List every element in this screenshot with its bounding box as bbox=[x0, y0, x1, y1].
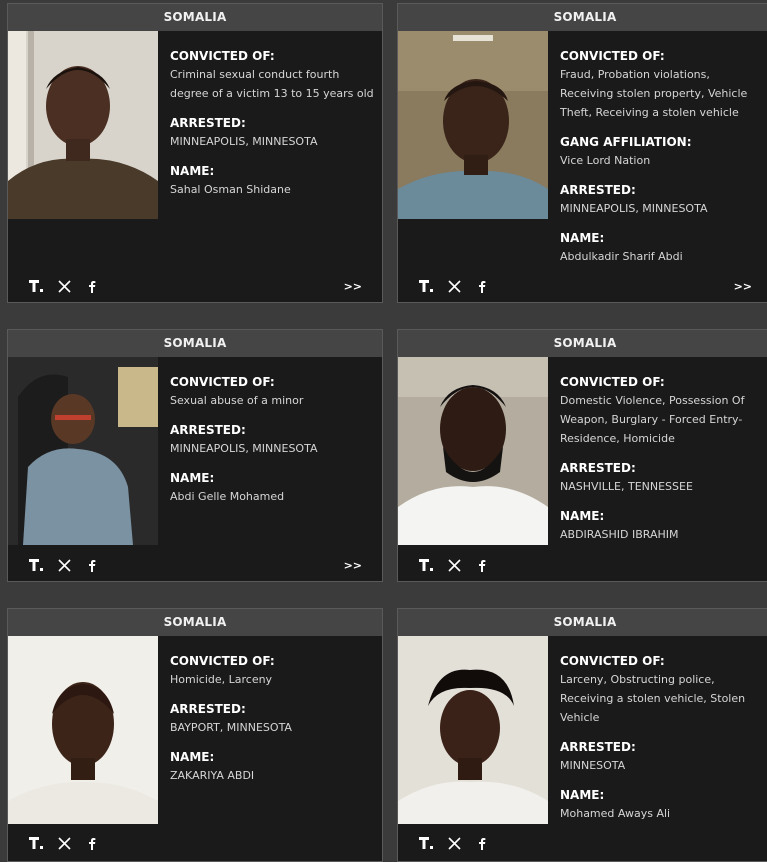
field-label: CONVICTED OF: bbox=[560, 49, 665, 63]
card-country: SOMALIA bbox=[8, 330, 382, 357]
profile-card: SOMALIA CONVICTED OF: Fraud, Probation v… bbox=[397, 3, 767, 303]
truth-social-icon[interactable] bbox=[28, 278, 44, 294]
x-icon[interactable] bbox=[446, 278, 462, 294]
field-label: CONVICTED OF: bbox=[170, 654, 275, 668]
field-label: NAME: bbox=[560, 509, 605, 523]
more-link[interactable]: >> bbox=[734, 280, 752, 293]
mugshot-photo bbox=[398, 636, 548, 824]
field-value: Abdi Gelle Mohamed bbox=[170, 490, 285, 503]
truth-social-icon[interactable] bbox=[418, 278, 434, 294]
profile-card: SOMALIA CONVICTED OF: Domestic Violence,… bbox=[397, 329, 767, 582]
x-icon[interactable] bbox=[446, 835, 462, 851]
field-label: CONVICTED OF: bbox=[560, 375, 665, 389]
field-label: ARRESTED: bbox=[560, 461, 636, 475]
field-value: ZAKARIYA ABDI bbox=[170, 769, 255, 782]
field-value: BAYPORT, MINNESOTA bbox=[170, 721, 292, 734]
mugshot-photo bbox=[8, 357, 158, 545]
truth-social-icon[interactable] bbox=[418, 835, 434, 851]
field-label: ARRESTED: bbox=[560, 740, 636, 754]
field-label: NAME: bbox=[170, 750, 215, 764]
facebook-icon[interactable] bbox=[84, 557, 100, 573]
field-label: ARRESTED: bbox=[170, 702, 246, 716]
field-value: Sexual abuse of a minor bbox=[170, 394, 304, 407]
field-label: NAME: bbox=[560, 788, 605, 802]
field-value: NASHVILLE, TENNESSEE bbox=[560, 480, 693, 493]
field-value: MINNESOTA bbox=[560, 759, 626, 772]
share-bar bbox=[418, 555, 752, 575]
truth-social-icon[interactable] bbox=[418, 557, 434, 573]
field-label: ARRESTED: bbox=[560, 183, 636, 197]
facebook-icon[interactable] bbox=[84, 278, 100, 294]
field-value: Fraud, Probation violations, Receiving s… bbox=[560, 68, 748, 119]
mugshot-photo bbox=[8, 636, 158, 824]
profile-card: SOMALIA CONVICTED OF: Criminal sexual co… bbox=[7, 3, 383, 303]
card-details: CONVICTED OF: Domestic Violence, Possess… bbox=[560, 357, 764, 544]
share-bar bbox=[28, 833, 362, 853]
facebook-icon[interactable] bbox=[474, 278, 490, 294]
field-label: GANG AFFILIATION: bbox=[560, 135, 692, 149]
field-label: ARRESTED: bbox=[170, 423, 246, 437]
field-value: MINNEAPOLIS, MINNESOTA bbox=[560, 202, 708, 215]
field-label: NAME: bbox=[560, 231, 605, 245]
share-bar bbox=[418, 833, 752, 853]
field-value: Vice Lord Nation bbox=[560, 154, 651, 167]
mugshot-photo bbox=[398, 357, 548, 545]
x-icon[interactable] bbox=[56, 835, 72, 851]
field-label: CONVICTED OF: bbox=[560, 654, 665, 668]
mugshot-photo bbox=[8, 31, 158, 219]
card-country: SOMALIA bbox=[398, 4, 767, 31]
facebook-icon[interactable] bbox=[474, 557, 490, 573]
field-value: MINNEAPOLIS, MINNESOTA bbox=[170, 442, 318, 455]
profile-card: SOMALIA CONVICTED OF: Homicide, Larceny … bbox=[7, 608, 383, 862]
field-label: NAME: bbox=[170, 471, 215, 485]
share-bar: >> bbox=[28, 555, 362, 575]
more-link[interactable]: >> bbox=[344, 559, 362, 572]
truth-social-icon[interactable] bbox=[28, 835, 44, 851]
field-value: ABDIRASHID IBRAHIM bbox=[560, 528, 679, 541]
mugshot-photo bbox=[398, 31, 548, 219]
profile-card: SOMALIA CONVICTED OF: Sexual abuse of a … bbox=[7, 329, 383, 582]
card-details: CONVICTED OF: Homicide, Larceny ARRESTED… bbox=[170, 636, 374, 785]
share-bar: >> bbox=[418, 276, 752, 296]
more-link[interactable]: >> bbox=[344, 280, 362, 293]
profile-card: SOMALIA CONVICTED OF: Larceny, Obstructi… bbox=[397, 608, 767, 862]
card-country: SOMALIA bbox=[398, 330, 767, 357]
card-details: CONVICTED OF: Fraud, Probation violation… bbox=[560, 31, 764, 266]
card-country: SOMALIA bbox=[8, 4, 382, 31]
facebook-icon[interactable] bbox=[84, 835, 100, 851]
truth-social-icon[interactable] bbox=[28, 557, 44, 573]
share-bar: >> bbox=[28, 276, 362, 296]
card-details: CONVICTED OF: Sexual abuse of a minor AR… bbox=[170, 357, 374, 506]
x-icon[interactable] bbox=[446, 557, 462, 573]
field-value: Domestic Violence, Possession Of Weapon,… bbox=[560, 394, 745, 445]
field-value: Mohamed Aways Ali bbox=[560, 807, 671, 820]
x-icon[interactable] bbox=[56, 557, 72, 573]
x-icon[interactable] bbox=[56, 278, 72, 294]
field-label: ARRESTED: bbox=[170, 116, 246, 130]
field-label: CONVICTED OF: bbox=[170, 375, 275, 389]
field-value: Abdulkadir Sharif Abdi bbox=[560, 250, 683, 263]
card-country: SOMALIA bbox=[398, 609, 767, 636]
field-label: NAME: bbox=[170, 164, 215, 178]
field-value: Criminal sexual conduct fourth degree of… bbox=[170, 68, 374, 100]
field-value: MINNEAPOLIS, MINNESOTA bbox=[170, 135, 318, 148]
card-details: CONVICTED OF: Larceny, Obstructing polic… bbox=[560, 636, 764, 823]
field-value: Larceny, Obstructing police, Receiving a… bbox=[560, 673, 746, 724]
facebook-icon[interactable] bbox=[474, 835, 490, 851]
card-country: SOMALIA bbox=[8, 609, 382, 636]
field-value: Homicide, Larceny bbox=[170, 673, 273, 686]
field-label: CONVICTED OF: bbox=[170, 49, 275, 63]
field-value: Sahal Osman Shidane bbox=[170, 183, 291, 196]
card-details: CONVICTED OF: Criminal sexual conduct fo… bbox=[170, 31, 374, 199]
